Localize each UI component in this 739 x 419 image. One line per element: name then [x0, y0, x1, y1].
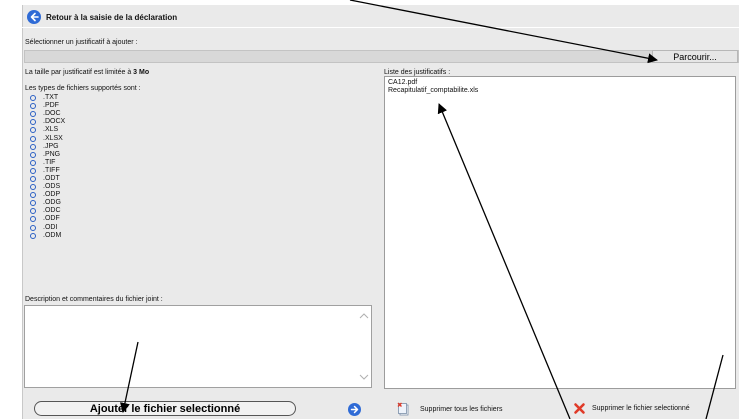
bullet-icon — [30, 200, 36, 207]
justificatif-item[interactable]: Recapitulatif_comptabilite.xls — [385, 87, 735, 95]
bullet-icon — [30, 175, 36, 182]
size-limit-text: La taille par justificatif est limitée à… — [25, 69, 149, 76]
file-type-item: .DOC — [30, 110, 65, 118]
delete-all-label: Supprimer tous les fichiers — [420, 405, 503, 413]
file-type-item: .TIFF — [30, 167, 65, 175]
bullet-icon — [30, 127, 36, 134]
delete-all-icon — [397, 402, 409, 416]
justificatifs-listbox[interactable]: CA12.pdf Recapitulatif_comptabilite.xls — [384, 76, 736, 389]
back-label: Retour à la saisie de la déclaration — [46, 12, 178, 22]
file-type-item: .ODP — [30, 191, 65, 199]
file-type-label: .DOC — [43, 110, 61, 118]
bullet-icon — [30, 135, 36, 142]
file-type-label: .TIFF — [43, 166, 60, 174]
bullet-icon — [30, 143, 36, 150]
select-justificatif-label: Sélectionner un justificatif à ajouter : — [25, 39, 138, 46]
scroll-up-icon[interactable] — [359, 313, 369, 319]
file-type-item: .XLSX — [30, 134, 65, 142]
bullet-icon — [30, 208, 36, 215]
file-type-label: .ODP — [43, 191, 61, 199]
bullet-icon — [30, 111, 36, 118]
scroll-down-icon[interactable] — [359, 374, 369, 380]
file-path-input[interactable] — [25, 51, 649, 62]
file-type-item: .TIF — [30, 159, 65, 167]
description-label: Description et commentaires du fichier j… — [25, 296, 163, 303]
file-type-item: .JPG — [30, 143, 65, 151]
size-limit-prefix: La taille par justificatif est limitée à — [25, 69, 134, 76]
file-type-item: .ODT — [30, 175, 65, 183]
header-separator — [22, 27, 739, 28]
file-type-label: .PNG — [43, 150, 61, 158]
file-type-item: .ODS — [30, 183, 65, 191]
file-type-item: .ODC — [30, 207, 65, 215]
delete-selected-file-button[interactable]: Supprimer le fichier selectionné — [573, 402, 690, 415]
add-file-button[interactable]: Ajouter le fichier selectionné — [34, 401, 296, 416]
back-to-declaration-link[interactable]: Retour à la saisie de la déclaration — [27, 10, 177, 24]
file-type-label: .ODS — [43, 183, 61, 191]
file-type-label: .ODM — [43, 231, 62, 239]
file-type-label: .ODT — [43, 174, 60, 182]
bullet-icon — [30, 192, 36, 199]
justificatif-item[interactable]: CA12.pdf — [385, 79, 735, 87]
supported-types-label: Les types de fichiers supportés sont : — [25, 85, 141, 92]
file-type-label: .ODF — [43, 215, 60, 223]
file-type-label: .ODC — [43, 207, 61, 215]
bullet-icon — [30, 224, 36, 231]
file-type-label: .XLS — [43, 126, 59, 134]
bullet-icon — [30, 119, 36, 126]
delete-x-icon — [574, 403, 585, 414]
file-type-item: .ODG — [30, 199, 65, 207]
file-type-item: .ODF — [30, 215, 65, 223]
go-arrow-icon[interactable] — [348, 403, 361, 416]
bullet-icon — [30, 216, 36, 223]
file-type-label: .XLSX — [43, 134, 63, 142]
browse-button[interactable]: Parcourir... — [652, 50, 738, 63]
bullet-icon — [30, 95, 36, 102]
delete-selected-label: Supprimer le fichier selectionné — [592, 405, 690, 412]
description-textarea[interactable] — [25, 306, 359, 387]
file-chooser: Parcourir... — [24, 50, 739, 63]
bullet-icon — [30, 232, 36, 239]
bullet-icon — [30, 184, 36, 191]
file-type-item: .ODI — [30, 224, 65, 232]
file-type-label: .TXT — [43, 94, 59, 102]
size-limit-value: 3 Mo — [133, 69, 150, 76]
justificatifs-list-label: Liste des justificatifs : — [384, 69, 451, 76]
file-type-item: .TXT — [30, 94, 65, 102]
file-type-label: .ODI — [43, 223, 58, 231]
supported-types-list: .TXT .PDF .DOC .DOCX .XLS .XLSX .JPG .PNG .TIF .T… — [30, 94, 65, 240]
file-type-item: .ODM — [30, 232, 65, 240]
delete-all-files-button[interactable]: Supprimer tous les fichiers — [397, 402, 502, 416]
bullet-icon — [30, 167, 36, 174]
back-arrow-icon — [27, 10, 41, 24]
file-type-label: .JPG — [43, 142, 59, 150]
file-type-item: .PDF — [30, 102, 65, 110]
file-type-label: .DOCX — [43, 118, 66, 126]
bullet-icon — [30, 159, 36, 166]
file-type-item: .DOCX — [30, 118, 65, 126]
file-type-item: .PNG — [30, 151, 65, 159]
file-type-item: .XLS — [30, 126, 65, 134]
bullet-icon — [30, 103, 36, 110]
file-type-label: .ODG — [43, 199, 61, 207]
file-type-label: .PDF — [43, 102, 59, 110]
description-scrollbar[interactable] — [357, 306, 371, 387]
bullet-icon — [30, 151, 36, 158]
file-type-label: .TIF — [43, 158, 56, 166]
description-box — [24, 305, 372, 388]
